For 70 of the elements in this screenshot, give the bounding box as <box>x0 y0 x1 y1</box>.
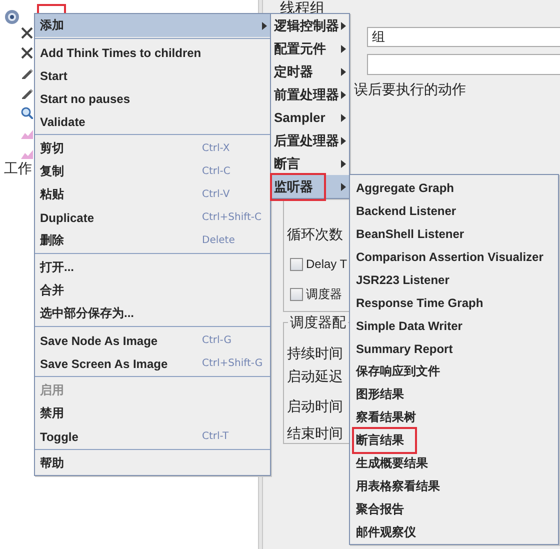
field-label: 结束时间 <box>287 425 343 441</box>
menu-item[interactable]: 添加 <box>35 14 270 37</box>
menu-item[interactable]: JSR223 Listener <box>350 268 558 291</box>
menu-item[interactable]: Summary Report <box>350 337 558 360</box>
comment-field[interactable] <box>367 54 560 75</box>
menu-item[interactable]: Simple Data Writer <box>350 314 558 337</box>
shortcut-label: Ctrl-V <box>202 189 230 200</box>
menu-item[interactable]: 定时器 <box>271 60 349 83</box>
shortcut-label: Ctrl-C <box>202 166 230 177</box>
field-label: 循环次数 <box>287 225 343 243</box>
menu-item[interactable]: Aggregate Graph <box>350 176 558 199</box>
menu-item[interactable]: 复制 Ctrl-C <box>35 160 270 183</box>
menu-item[interactable]: Toggle Ctrl-T <box>35 425 270 448</box>
group-title: 调度器配 <box>288 314 348 330</box>
shortcut-label: Ctrl+Shift-G <box>202 358 263 369</box>
x-icon <box>21 27 33 39</box>
field-label: 持续时间 <box>287 345 343 361</box>
menu-item[interactable]: 打开... <box>35 256 270 279</box>
menu-item[interactable]: Add Think Times to children <box>35 41 270 64</box>
menu-item[interactable]: 断言结果 <box>350 429 558 452</box>
tree-node-label[interactable]: 工作 <box>4 160 32 176</box>
menu-item[interactable]: 断言 <box>271 152 349 175</box>
menu-item[interactable]: BeanShell Listener <box>350 222 558 245</box>
menu-item[interactable]: 粘贴 Ctrl-V <box>35 183 270 206</box>
gear-icon <box>4 9 20 25</box>
menu-item[interactable]: 生成概要结果 <box>350 452 558 475</box>
shortcut-label: Delete <box>202 235 235 246</box>
menu-item[interactable]: 合并 <box>35 279 270 302</box>
menu-item[interactable]: Sampler <box>271 106 349 129</box>
menu-item[interactable]: Response Time Graph <box>350 291 558 314</box>
checkbox[interactable] <box>290 258 303 270</box>
shortcut-label: Ctrl-X <box>202 143 230 154</box>
menu-item[interactable]: Validate <box>35 110 270 133</box>
name-field[interactable]: 组 <box>367 27 560 47</box>
menu-item[interactable]: Comparison Assertion Visualizer <box>350 245 558 268</box>
shortcut-label: Ctrl-G <box>202 335 232 346</box>
checkbox-label: Delay T <box>306 257 348 271</box>
menu-item[interactable]: 删除 Delete <box>35 229 270 252</box>
magnifier-icon <box>21 107 33 119</box>
section-label: 误后要执行的动作 <box>354 81 467 98</box>
menu-item[interactable]: 邮件观察仪 <box>350 521 558 544</box>
menu-item[interactable]: Duplicate Ctrl+Shift-C <box>35 206 270 229</box>
menu-item[interactable]: 保存响应到文件 <box>350 360 558 383</box>
menu-item[interactable]: 图形结果 <box>350 383 558 406</box>
menu-item[interactable]: Start no pauses <box>35 87 270 110</box>
menu-item[interactable]: 选中部分保存为... <box>35 302 270 325</box>
menu-item[interactable]: Save Node As Image Ctrl-G <box>35 329 270 352</box>
menu-item[interactable]: 用表格察看结果 <box>350 475 558 498</box>
x-icon <box>21 47 33 59</box>
menu-item[interactable]: 察看结果树 <box>350 406 558 429</box>
menu-item[interactable]: 禁用 <box>35 402 270 425</box>
field-label: 启动延迟 <box>287 368 343 384</box>
menu-item[interactable]: 监听器 <box>271 175 349 198</box>
shortcut-label: Ctrl+Shift-C <box>202 212 262 223</box>
menu-item[interactable]: Save Screen As Image Ctrl+Shift-G <box>35 352 270 375</box>
pencil-icon <box>21 67 33 79</box>
field-label: 启动时间 <box>287 398 343 414</box>
checkbox-label: 调度器 <box>306 286 342 302</box>
menu-item[interactable]: 前置处理器 <box>271 83 349 106</box>
pencil-icon <box>21 87 33 99</box>
menu-item[interactable]: Start <box>35 64 270 87</box>
menu-item[interactable]: Backend Listener <box>350 199 558 222</box>
menu-item[interactable]: 后置处理器 <box>271 129 349 152</box>
menu-item[interactable]: 帮助 <box>35 452 270 475</box>
menu-item[interactable]: 逻辑控制器 <box>271 14 349 37</box>
menu-item[interactable]: 配置元件 <box>271 37 349 60</box>
menu-item[interactable]: 剪切 Ctrl-X <box>35 137 270 160</box>
menu-item[interactable]: 聚合报告 <box>350 498 558 521</box>
checkbox[interactable] <box>290 288 303 300</box>
shortcut-label: Ctrl-T <box>202 431 229 442</box>
